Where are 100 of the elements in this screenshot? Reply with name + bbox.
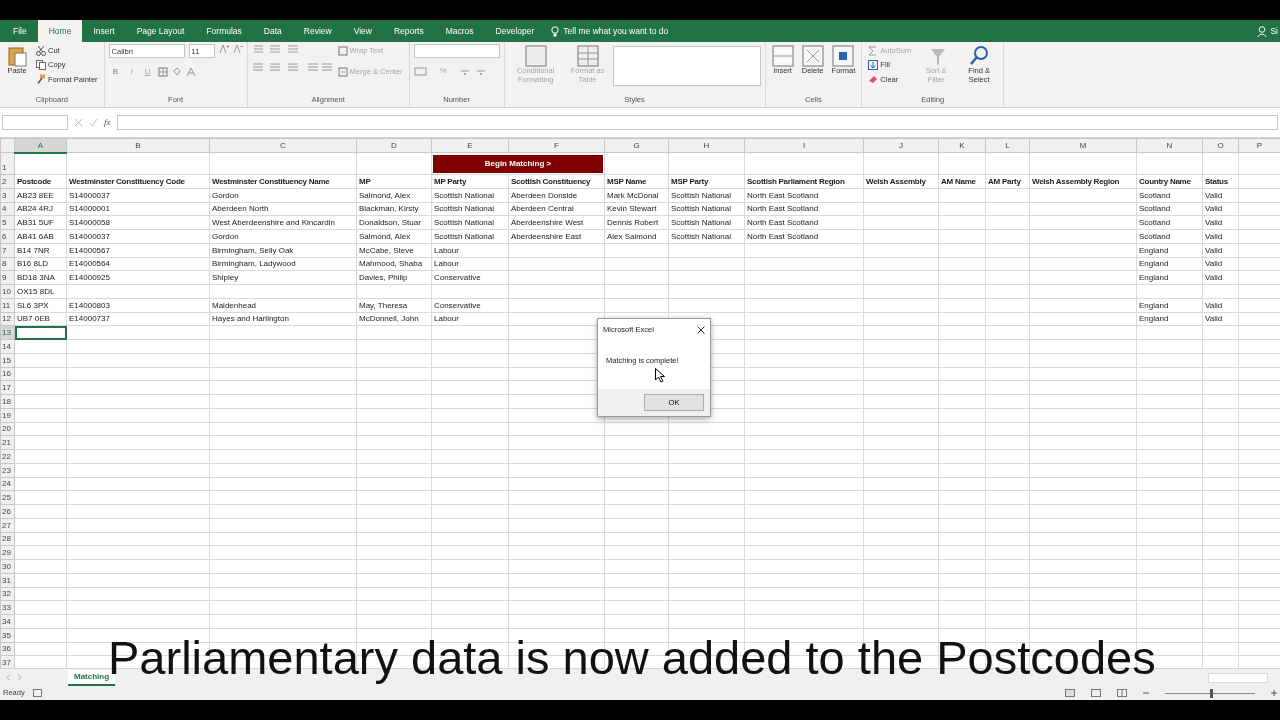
table-cell: Valid [1202, 188, 1239, 202]
table-cell: Scottish National [431, 202, 509, 216]
table-cell: Postcode [14, 174, 67, 189]
ribbon-tab[interactable]: Review [292, 20, 343, 42]
table-cell: England [1136, 312, 1203, 326]
borders-icon [158, 67, 169, 77]
column-header[interactable]: P [1238, 138, 1280, 153]
column-header[interactable]: D [356, 138, 432, 153]
table-cell: Valid [1202, 312, 1239, 326]
table-cell: Valid [1202, 229, 1239, 244]
horizontal-align-icon [251, 62, 332, 72]
page-break-icon [1117, 689, 1127, 697]
clipboard-icon [6, 45, 28, 67]
table-cell: Welsh Assembly Region [1029, 174, 1137, 189]
table-cell: Valid [1202, 202, 1239, 216]
table-cell: SL6 3PX [14, 298, 67, 312]
column-header[interactable]: L [985, 138, 1030, 153]
ribbon-tab[interactable]: File [2, 20, 38, 42]
formula-input[interactable] [116, 115, 1278, 130]
column-header[interactable]: F [508, 138, 605, 153]
horizontal-scrollbar[interactable] [1208, 672, 1268, 683]
table-cell: Westminster Constituency Code [66, 174, 210, 189]
table-cell: Salmond, Alex [356, 229, 432, 244]
select-all-corner[interactable] [0, 138, 15, 153]
user-icon [1257, 25, 1268, 37]
table-cell: S14000037 [66, 188, 210, 202]
table-cell: Westminster Constituency Name [209, 174, 357, 189]
close-button[interactable] [697, 325, 705, 334]
table-cell: E14000564 [66, 257, 210, 271]
table-cell: North East Scotland [744, 215, 864, 230]
column-header[interactable]: I [744, 138, 864, 153]
column-header[interactable]: B [66, 138, 210, 153]
table-cell: AB31 5UF [14, 215, 67, 230]
tell-me-search[interactable]: Tell me what you want to do [563, 24, 669, 38]
table-cell: Mahmood, Shaba [356, 257, 432, 271]
table-cell: Shipley [209, 270, 357, 285]
table-cell: AM Name [938, 174, 986, 189]
column-header[interactable]: J [863, 138, 939, 153]
table-cell: North East Scotland [744, 229, 864, 244]
table-cell: E14000925 [66, 270, 210, 285]
cancel-icon [74, 118, 83, 127]
search-icon [968, 45, 991, 67]
account-name[interactable]: Si [1270, 24, 1278, 38]
macro-button[interactable]: Begin Matching > [433, 155, 603, 173]
table-cell: Scottish National [668, 229, 745, 244]
table-cell: Hayes and Harlington [209, 312, 357, 326]
ribbon-tab[interactable]: Insert [82, 20, 126, 42]
grow-font-icon [218, 44, 229, 54]
insert-function-button[interactable]: fx [104, 115, 111, 130]
ribbon-tab[interactable]: Page Layout [125, 20, 196, 42]
column-header[interactable]: O [1202, 138, 1239, 153]
ribbon-tab[interactable]: Macros [434, 20, 485, 42]
table-cell: North East Scotland [744, 202, 864, 216]
table-cell: S14000001 [66, 202, 210, 216]
column-header[interactable]: G [604, 138, 669, 153]
table-cell: MP Party [431, 174, 509, 189]
table-cell: Dennis Robert [604, 215, 669, 230]
table-cell: Scottish Parliament Region [744, 174, 864, 189]
eraser-icon [868, 74, 879, 85]
column-header[interactable]: A [14, 138, 67, 153]
scissors-icon [36, 45, 46, 56]
table-cell: E14000803 [66, 298, 210, 312]
table-cell: Welsh Assembly [863, 174, 939, 189]
row-header[interactable]: 1 [0, 152, 15, 175]
table-cell: Aberdeenshire West [508, 215, 605, 230]
table-cell: North East Scotland [744, 188, 864, 202]
table-cell: Gordon [209, 188, 357, 202]
table-cell: S14000058 [66, 215, 210, 230]
style-gallery[interactable] [612, 46, 761, 86]
table-cell: B16 8LD [14, 257, 67, 271]
ribbon-tab[interactable]: Reports [382, 20, 435, 42]
table-cell: Donaldson, Stuar [356, 215, 432, 230]
table-cell: Labour [431, 243, 509, 257]
ribbon-tab[interactable]: Data [252, 20, 293, 42]
table-cell: Birmingham, Selly Oak [209, 243, 357, 257]
table-cell: Scotland [1136, 188, 1203, 202]
active-cell[interactable] [14, 325, 67, 340]
table-cell: Blackman, Kirsty [356, 202, 432, 216]
table-cell: Status [1202, 174, 1239, 189]
ribbon-tab[interactable]: Formulas [195, 20, 253, 42]
zoom-slider[interactable] [1210, 688, 1213, 698]
delete-rows-icon [801, 45, 824, 67]
table-cell: Gordon [209, 229, 357, 244]
column-header[interactable]: H [668, 138, 745, 153]
font-color-icon [186, 67, 197, 77]
ribbon-tab[interactable]: Developer [484, 20, 546, 42]
column-header[interactable]: N [1136, 138, 1203, 153]
ribbon-tab[interactable]: Home [37, 20, 83, 42]
table-cell: England [1136, 298, 1203, 312]
table-cell: AB41 6AB [14, 229, 67, 244]
number-format-field[interactable] [413, 44, 500, 58]
table-cell: Valid [1202, 243, 1239, 257]
column-header[interactable]: C [209, 138, 357, 153]
ribbon-tab[interactable]: View [342, 20, 383, 42]
name-box[interactable] [2, 115, 68, 130]
column-header[interactable]: M [1029, 138, 1137, 153]
table-cell: Scottish National [668, 188, 745, 202]
column-header[interactable]: K [938, 138, 986, 153]
column-header[interactable]: E [431, 138, 509, 153]
table-cell: AB23 8EE [14, 188, 67, 202]
